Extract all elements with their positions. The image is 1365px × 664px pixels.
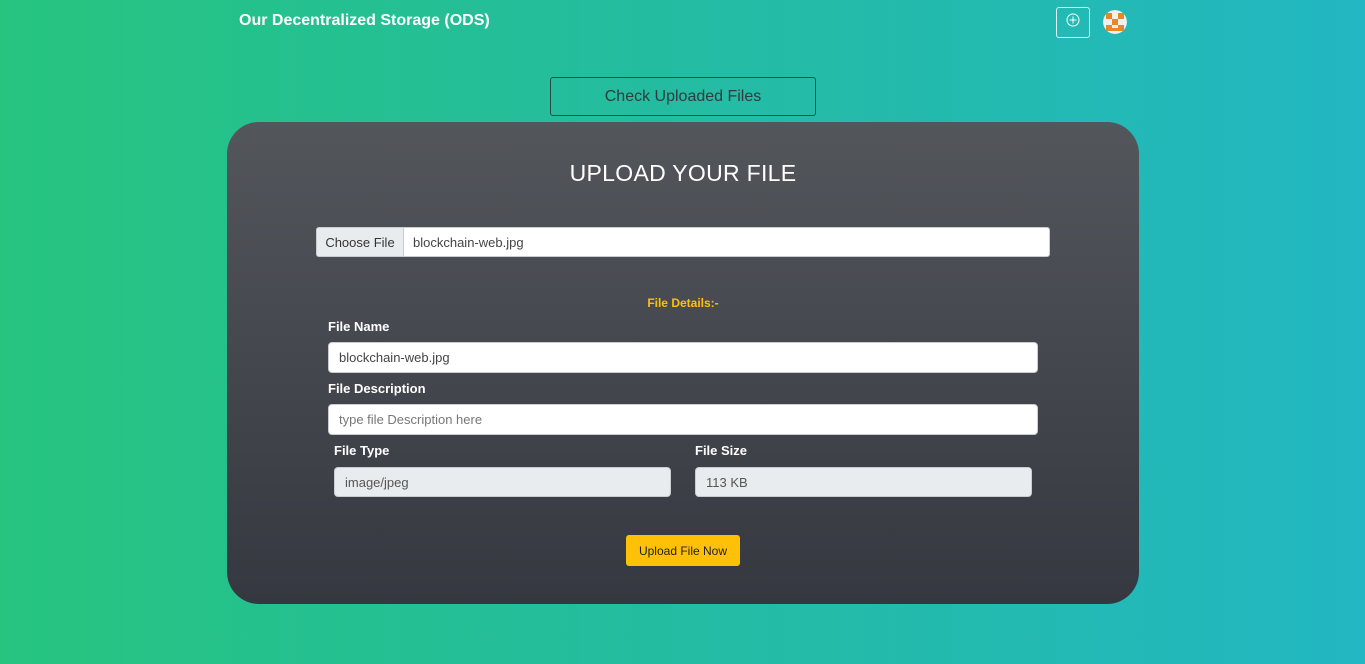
upload-card: UPLOAD YOUR FILE Choose File blockchain-… <box>227 122 1139 604</box>
file-size-input <box>695 467 1032 497</box>
plus-circle-icon <box>1066 13 1080 32</box>
file-description-label: File Description <box>328 381 426 396</box>
choose-file-button[interactable]: Choose File <box>317 228 404 256</box>
chosen-file-name: blockchain-web.jpg <box>413 234 524 250</box>
file-size-label: File Size <box>695 443 748 458</box>
card-title: UPLOAD YOUR FILE <box>569 160 797 186</box>
brand-title[interactable]: Our Decentralized Storage (ODS) <box>239 12 490 30</box>
file-description-input[interactable] <box>328 404 1038 435</box>
user-avatar-icon[interactable] <box>1103 10 1127 34</box>
file-details-heading: File Details:- <box>647 296 719 310</box>
file-name-label: File Name <box>328 319 390 334</box>
add-file-button[interactable] <box>1056 7 1090 38</box>
file-name-input[interactable] <box>328 342 1038 373</box>
upload-file-button[interactable]: Upload File Now <box>626 535 740 566</box>
file-type-label: File Type <box>334 443 390 458</box>
file-type-input <box>334 467 671 497</box>
check-uploaded-files-button[interactable]: Check Uploaded Files <box>550 77 816 116</box>
file-picker[interactable]: Choose File blockchain-web.jpg <box>316 227 1050 257</box>
